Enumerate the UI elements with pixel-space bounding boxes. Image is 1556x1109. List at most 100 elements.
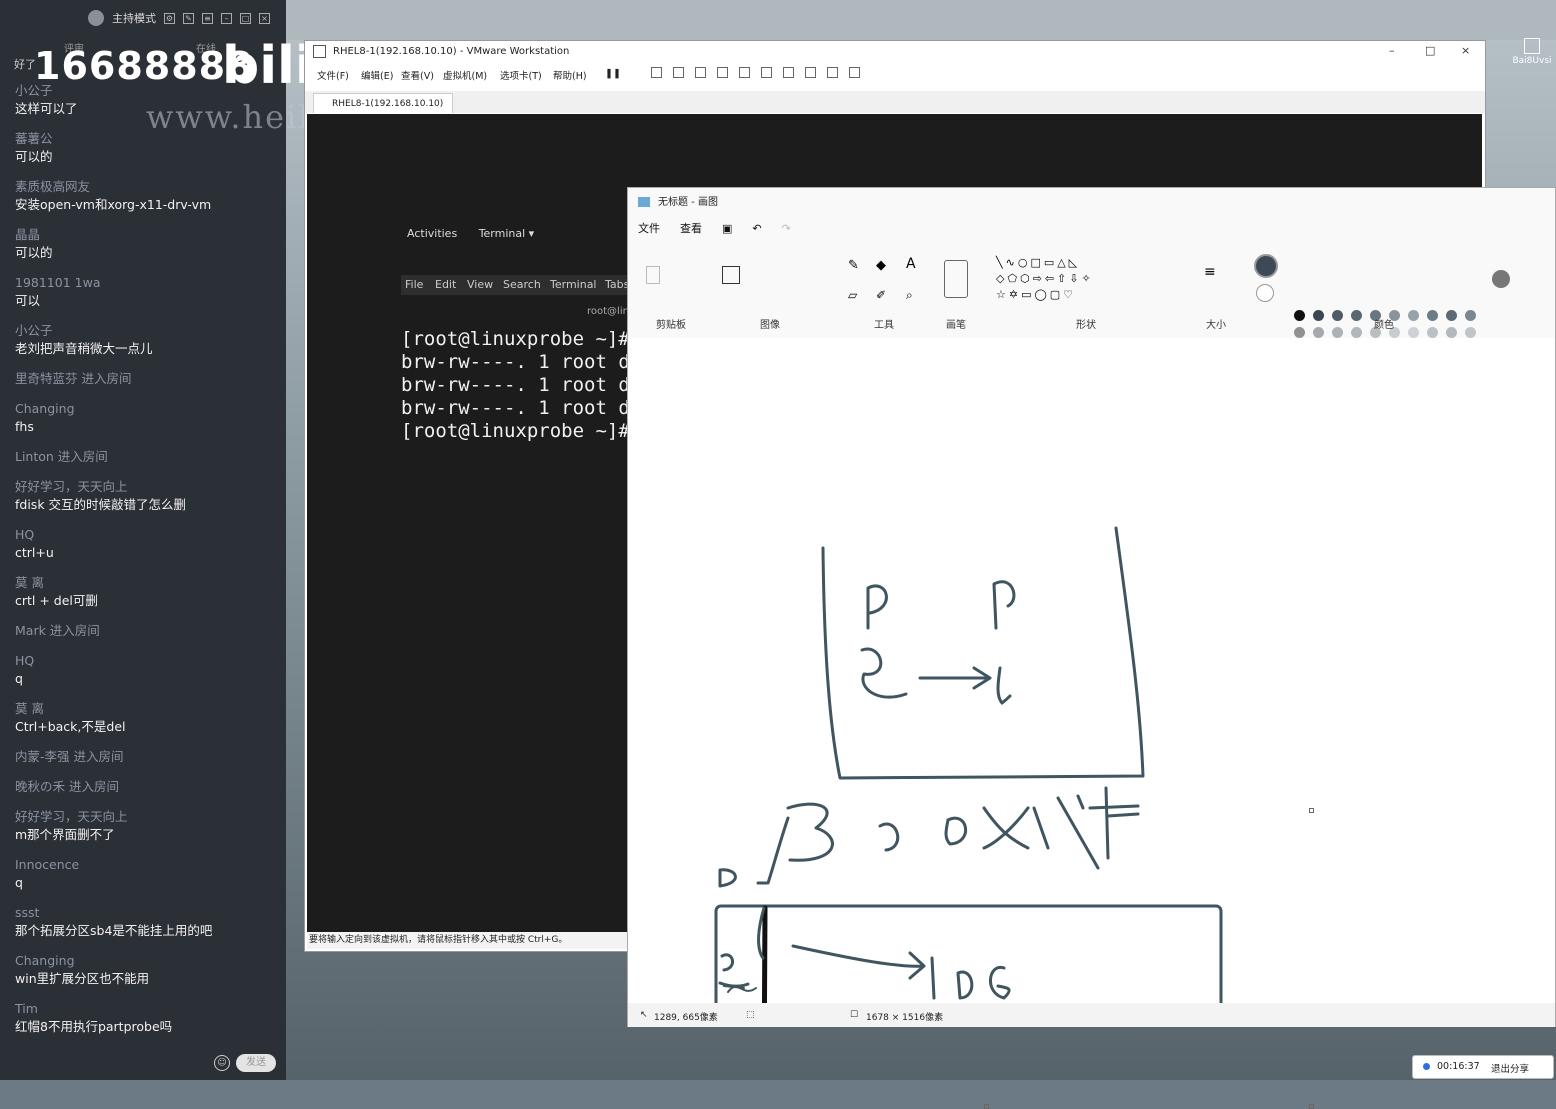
- term-menu-search[interactable]: Search: [503, 278, 541, 291]
- close-button[interactable]: ×: [1461, 44, 1470, 57]
- snapshot-manager-icon[interactable]: [717, 67, 728, 78]
- shapes-icon[interactable]: ╲∿○□▭△◺: [996, 256, 1080, 269]
- color-picker-icon[interactable]: ✐: [876, 288, 886, 302]
- shapes-icon[interactable]: ◇⬠⬡⇨⇦⇧⇩✧: [996, 272, 1094, 285]
- chat-username[interactable]: Innocence: [15, 856, 79, 874]
- size-icon[interactable]: ≡: [1204, 264, 1216, 280]
- activities-button[interactable]: Activities: [407, 227, 457, 240]
- fill-icon[interactable]: ◆: [876, 258, 886, 273]
- menu-view[interactable]: 查看(V): [401, 68, 434, 82]
- tab-rhel8[interactable]: RHEL8-1(192.168.10.10) ×: [313, 93, 453, 129]
- chat-username[interactable]: 好好学习，天天向上: [15, 808, 128, 826]
- color-swatch[interactable]: [1313, 327, 1324, 338]
- shapes-icon[interactable]: ☆✡▭◯▢♡: [996, 288, 1076, 301]
- resize-handle[interactable]: [1309, 1104, 1314, 1109]
- redo-icon[interactable]: ↷: [782, 222, 791, 235]
- minimize-button[interactable]: –: [1389, 44, 1395, 57]
- menu-edit[interactable]: 编辑(E): [361, 68, 393, 82]
- eraser-icon[interactable]: ▱: [848, 288, 857, 302]
- color2-swatch[interactable]: [1256, 284, 1274, 302]
- pause-icon[interactable]: ❚❚: [605, 68, 621, 79]
- color-swatch[interactable]: [1408, 310, 1419, 321]
- pencil-icon[interactable]: ✎: [848, 258, 859, 273]
- menu-help[interactable]: 帮助(H): [553, 68, 587, 82]
- chat-username[interactable]: HQ: [15, 526, 54, 544]
- drawing-canvas[interactable]: [628, 338, 1555, 1109]
- color-swatch[interactable]: [1446, 327, 1457, 338]
- chat-username[interactable]: 小公子: [15, 322, 153, 340]
- menu-tabs[interactable]: 选项卡(T): [500, 68, 542, 82]
- chat-username[interactable]: HQ: [15, 652, 34, 670]
- menu-file[interactable]: 文件: [638, 220, 660, 236]
- gear-icon[interactable]: ⚙: [164, 12, 175, 24]
- sidebar-icon[interactable]: [739, 67, 750, 78]
- chat-username[interactable]: Tim: [15, 1000, 172, 1018]
- chat-username[interactable]: 内蒙-李强 进入房间: [15, 748, 123, 766]
- terminal-app-menu[interactable]: Terminal ▾: [479, 227, 535, 240]
- color-swatch[interactable]: [1351, 310, 1362, 321]
- menu-icon[interactable]: ≡: [202, 12, 213, 24]
- maximize-button[interactable]: □: [1425, 44, 1435, 57]
- color-swatch[interactable]: [1332, 310, 1343, 321]
- term-menu-file[interactable]: File: [405, 278, 423, 291]
- term-menu-view[interactable]: View: [467, 278, 493, 291]
- chat-username[interactable]: Mark 进入房间: [15, 622, 100, 640]
- chat-username[interactable]: Changing: [15, 400, 75, 418]
- color-swatch[interactable]: [1465, 327, 1476, 338]
- thumbnail-icon[interactable]: [761, 67, 772, 78]
- chat-username[interactable]: 晚秋の禾 进入房间: [15, 778, 119, 796]
- chat-username[interactable]: Linton 进入房间: [15, 448, 108, 466]
- color-swatch[interactable]: [1408, 327, 1419, 338]
- emoji-icon[interactable]: ☺: [214, 1055, 230, 1071]
- chat-username[interactable]: 晶晶: [15, 226, 53, 244]
- exit-share-button[interactable]: 退出分享: [1491, 1061, 1529, 1075]
- menu-view[interactable]: 查看: [680, 220, 702, 236]
- color-swatch[interactable]: [1427, 327, 1438, 338]
- term-menu-edit[interactable]: Edit: [435, 278, 456, 291]
- snapshot-icon[interactable]: [673, 67, 684, 78]
- color-swatch[interactable]: [1294, 327, 1305, 338]
- stretch-icon[interactable]: [849, 67, 860, 78]
- color-swatch[interactable]: [1351, 327, 1362, 338]
- console-icon[interactable]: [827, 67, 838, 78]
- unity-icon[interactable]: [805, 67, 816, 78]
- chat-username[interactable]: 1981101 1wa: [15, 274, 100, 292]
- color-swatch[interactable]: [1313, 310, 1324, 321]
- minimize-icon[interactable]: –: [221, 12, 232, 24]
- color-swatch[interactable]: [1332, 327, 1343, 338]
- avatar[interactable]: [88, 10, 104, 26]
- color-swatch[interactable]: [1294, 310, 1305, 321]
- paste-icon[interactable]: [646, 266, 660, 284]
- close-icon[interactable]: ×: [259, 12, 270, 24]
- chat-username[interactable]: 莫 离: [15, 700, 126, 718]
- desktop-shortcut[interactable]: Bai8Uvsi: [1512, 38, 1552, 66]
- save-icon[interactable]: ▣: [722, 222, 732, 235]
- menu-vm[interactable]: 虚拟机(M): [443, 68, 487, 82]
- resize-handle[interactable]: [984, 1104, 989, 1109]
- color-swatch[interactable]: [1427, 310, 1438, 321]
- chat-username[interactable]: 素质极高网友: [15, 178, 211, 196]
- text-icon[interactable]: A: [906, 256, 916, 272]
- menu-file[interactable]: 文件(F): [317, 68, 349, 82]
- fullscreen-icon[interactable]: [783, 67, 794, 78]
- revert-icon[interactable]: [695, 67, 706, 78]
- term-menu-terminal[interactable]: Terminal: [550, 278, 597, 291]
- chat-username[interactable]: ssst: [15, 904, 212, 922]
- color1-swatch[interactable]: [1254, 254, 1278, 278]
- term-menu-tabs[interactable]: Tabs: [605, 278, 629, 291]
- edit-colors-icon[interactable]: [1492, 270, 1510, 288]
- resize-handle[interactable]: [1309, 808, 1314, 813]
- magnifier-icon[interactable]: ⌕: [906, 288, 913, 303]
- send-keys-icon[interactable]: [651, 67, 662, 78]
- send-button[interactable]: 发送: [236, 1054, 276, 1072]
- color-swatch[interactable]: [1465, 310, 1476, 321]
- chat-username[interactable]: Changing: [15, 952, 149, 970]
- terminal-output[interactable]: [root@linuxprobe ~]# brw-rw----. 1 root d…: [401, 328, 630, 443]
- chat-username[interactable]: 里奇特蓝芬 进入房间: [15, 370, 131, 388]
- select-icon[interactable]: [722, 266, 740, 284]
- undo-icon[interactable]: ↶: [752, 222, 761, 235]
- chat-username[interactable]: 好好学习，天天向上: [15, 478, 186, 496]
- chat-username[interactable]: 莫 离: [15, 574, 98, 592]
- chat-username[interactable]: 蕃薯公: [15, 130, 53, 148]
- color-swatch[interactable]: [1446, 310, 1457, 321]
